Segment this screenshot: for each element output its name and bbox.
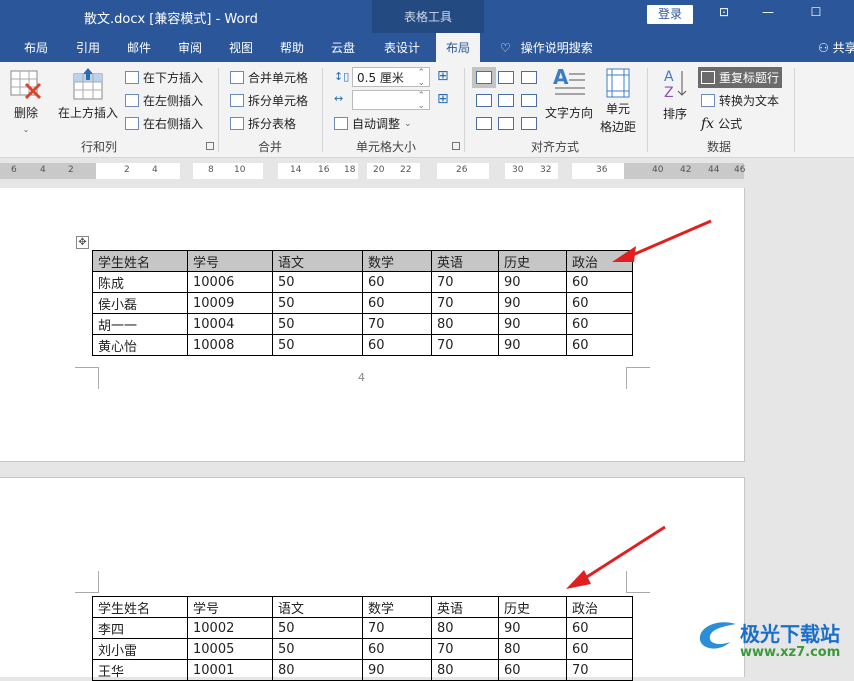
arrow-annotation-1: [612, 219, 712, 262]
arrow-annotation-2: [566, 525, 666, 589]
watermark-url: www.xz7.com: [740, 645, 841, 660]
annotation-arrows: [566, 219, 712, 589]
watermark-name: 极光下载站: [740, 622, 840, 646]
watermark-logo-icon: [699, 622, 736, 649]
